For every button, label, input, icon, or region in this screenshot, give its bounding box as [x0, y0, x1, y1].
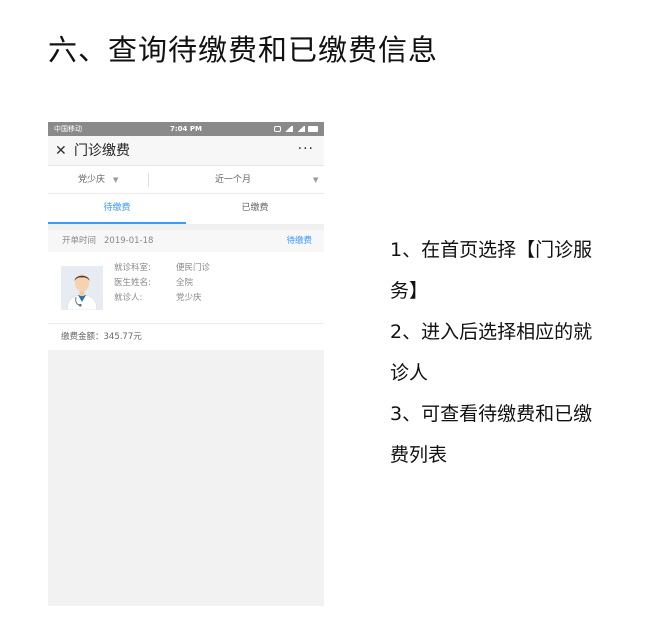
order-date-label: 开单时间 — [62, 236, 97, 246]
field-key: 医生姓名: — [114, 278, 151, 288]
filter-divider — [148, 173, 149, 187]
signal-icon — [296, 126, 305, 132]
alarm-icon — [274, 126, 281, 132]
status-icons — [274, 122, 318, 136]
instruction-line: 费列表 — [390, 444, 448, 466]
field-value: 全院 — [176, 278, 194, 288]
instruction-line: 3、可查看待缴费和已缴 — [390, 403, 593, 425]
order-card[interactable]: 就诊科室: 便民门诊 医生姓名: 全院 就诊人: 党少庆 — [48, 252, 324, 324]
navbar: ✕ 门诊缴费 ··· — [48, 136, 324, 166]
order-date: 2019-01-18 — [104, 236, 154, 246]
patient-filter[interactable]: 党少庆 ▼ — [78, 166, 118, 194]
doctor-avatar — [61, 266, 103, 310]
nav-title: 门诊缴费 — [74, 143, 130, 159]
phone-screenshot: 中国移动 7:04 PM ✕ 门诊缴费 ··· 党少庆 ▼ 近一个月 ▼ 待缴费 已… — [48, 122, 324, 606]
instruction-line: 诊人 — [390, 362, 429, 384]
close-icon[interactable]: ✕ — [55, 141, 67, 161]
instruction-line: 1、在首页选择【门诊服 — [390, 239, 593, 261]
field-value: 便民门诊 — [176, 263, 211, 273]
chevron-down-icon: ▼ — [313, 176, 319, 184]
more-icon[interactable]: ··· — [298, 139, 314, 159]
order-header: 开单时间 2019-01-18 待缴费 — [48, 230, 324, 252]
tab-paid[interactable]: 已缴费 — [186, 194, 324, 222]
wifi-icon — [284, 126, 293, 132]
field-key: 就诊人: — [114, 293, 143, 303]
battery-icon — [308, 126, 318, 132]
status-badge: 待缴费 — [286, 236, 312, 246]
chevron-down-icon: ▼ — [113, 176, 119, 184]
status-bar: 中国移动 7:04 PM — [48, 122, 324, 136]
tab-bar: 待缴费 已缴费 — [48, 194, 324, 224]
doctor-icon — [61, 266, 103, 310]
period-filter-label: 近一个月 — [215, 175, 252, 185]
instruction-line: 2、进入后选择相应的就 — [390, 321, 593, 343]
field-key: 就诊科室: — [114, 263, 151, 273]
page-title: 六、查询待缴费和已缴费信息 — [48, 33, 439, 67]
field-value: 党少庆 — [176, 293, 202, 303]
instruction-line: 务】 — [390, 280, 429, 302]
payment-amount: 缴费金额：345.77元 — [48, 324, 324, 350]
tab-pending[interactable]: 待缴费 — [48, 194, 186, 224]
patient-filter-label: 党少庆 — [78, 175, 106, 185]
period-filter[interactable]: 近一个月 ▼ — [215, 166, 318, 194]
filter-row: 党少庆 ▼ 近一个月 ▼ — [48, 166, 324, 194]
instructions: 1、在首页选择【门诊服 务】 2、进入后选择相应的就 诊人 3、可查看待缴费和已… — [390, 230, 640, 476]
